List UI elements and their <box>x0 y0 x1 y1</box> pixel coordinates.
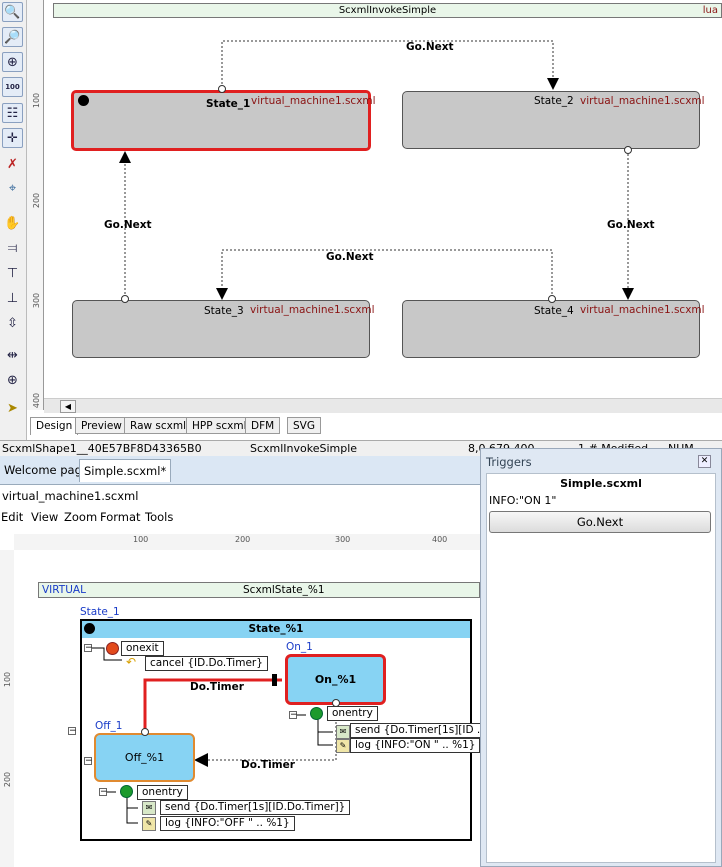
off-onentry-box[interactable]: onentry <box>137 785 188 800</box>
triggers-panel: Triggers ✕ Simple.scxml INFO:"ON 1" Go.N… <box>480 448 722 867</box>
off-state-label: Off_1 <box>95 720 123 732</box>
triggers-info: INFO:"ON 1" <box>489 494 557 507</box>
triggers-content: Simple.scxml INFO:"ON 1" Go.Next <box>486 473 716 863</box>
go-next-button[interactable]: Go.Next <box>489 511 711 533</box>
log-icon: ✎ <box>336 739 350 753</box>
close-icon[interactable]: ✕ <box>698 455 711 468</box>
collapse-toggle[interactable]: − <box>68 727 77 736</box>
onentry-icon <box>120 785 133 798</box>
transition-label: Do.Timer <box>190 681 244 693</box>
transition-port[interactable] <box>141 728 149 736</box>
send-icon: ✉ <box>142 801 156 815</box>
on-state-title: On_%1 <box>314 673 357 686</box>
on-state-label: On_1 <box>286 641 313 653</box>
on-log-action[interactable]: log {INFO:"ON " .. %1} <box>350 738 481 753</box>
onexit-box[interactable]: onexit <box>121 641 164 656</box>
log-icon: ✎ <box>142 817 156 831</box>
onexit-icon <box>106 642 119 655</box>
on-onentry-box[interactable]: onentry <box>327 706 378 721</box>
cancel-action[interactable]: cancel {ID.Do.Timer} <box>145 656 268 671</box>
triggers-doc: Simple.scxml <box>560 477 642 490</box>
off-state-title: Off_%1 <box>124 751 165 764</box>
triggers-title: Triggers <box>486 455 532 469</box>
onentry-icon <box>310 707 323 720</box>
cancel-icon: ↶ <box>126 655 137 669</box>
transition-label: Do.Timer <box>241 759 295 771</box>
collapse-toggle[interactable]: − <box>84 644 93 653</box>
on-send-action[interactable]: send {Do.Timer[1s][ID ...} <box>350 723 499 738</box>
collapse-toggle[interactable]: − <box>289 711 298 720</box>
off-send-action[interactable]: send {Do.Timer[1s][ID.Do.Timer]} <box>160 800 351 815</box>
collapse-toggle[interactable]: − <box>84 757 93 766</box>
collapse-toggle[interactable]: − <box>99 788 108 797</box>
off-state-node[interactable]: Off_%1 <box>94 733 195 782</box>
send-icon: ✉ <box>336 725 350 739</box>
off-log-action[interactable]: log {INFO:"OFF " .. %1} <box>160 816 295 831</box>
on-state-node[interactable]: On_%1 <box>285 654 386 705</box>
